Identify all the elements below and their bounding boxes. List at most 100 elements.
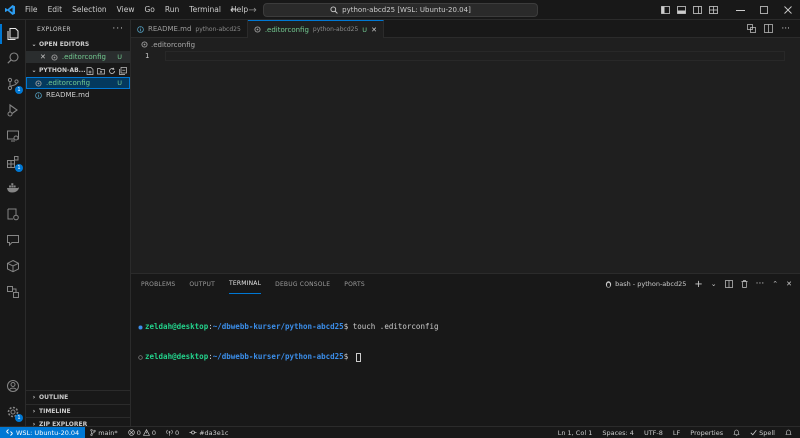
- customize-layout-icon[interactable]: [709, 6, 718, 14]
- toggle-panel-icon[interactable]: [677, 6, 686, 14]
- info-icon: [137, 25, 144, 33]
- menu-go[interactable]: Go: [139, 0, 159, 20]
- more-actions-icon[interactable]: ···: [756, 279, 765, 289]
- end-of-line[interactable]: LF: [668, 427, 685, 438]
- ports-indicator[interactable]: 0: [161, 427, 184, 438]
- menu-file[interactable]: File: [20, 0, 43, 20]
- minimize-button[interactable]: [728, 0, 752, 20]
- chevron-down-icon[interactable]: ⌄: [711, 280, 717, 288]
- search-activity-icon[interactable]: [0, 46, 26, 70]
- new-folder-icon[interactable]: [97, 67, 105, 75]
- tab-problems[interactable]: PROBLEMS: [141, 274, 175, 294]
- collapse-all-icon[interactable]: [119, 66, 127, 75]
- tab-debug-console[interactable]: DEBUG CONSOLE: [275, 274, 330, 294]
- terminal-line: zeldah@desktop: ~/dbwebb-kurser/python-ab…: [135, 322, 439, 332]
- spell-checker[interactable]: Spell: [745, 427, 780, 438]
- new-terminal-icon[interactable]: +: [694, 279, 702, 290]
- remote-label: WSL: Ubuntu-20.04: [16, 428, 80, 437]
- tab-editorconfig[interactable]: .editorconfig python-abcd25 U ✕: [247, 20, 384, 38]
- code-editor[interactable]: 1: [131, 51, 800, 273]
- spell-label: Spell: [759, 428, 775, 437]
- timeline-section[interactable]: › TIMELINE: [26, 404, 131, 417]
- tab-description: python-abcd25: [195, 25, 241, 33]
- notifications-icon[interactable]: [728, 427, 745, 438]
- tab-status: U: [362, 25, 368, 34]
- run-debug-icon[interactable]: [0, 98, 26, 122]
- menu-edit[interactable]: Edit: [43, 0, 68, 20]
- extensions-icon[interactable]: 1: [0, 150, 26, 174]
- settings-gear-icon[interactable]: 1: [0, 400, 26, 424]
- remote-explorer-icon[interactable]: [0, 124, 26, 148]
- ports-count: 0: [174, 428, 180, 437]
- command-center-label: python-abcd25 [WSL: Ubuntu-20.04]: [342, 6, 471, 14]
- open-editors-section[interactable]: ⌄ OPEN EDITORS: [26, 38, 130, 51]
- terminal-line: zeldah@desktop: ~/dbwebb-kurser/python-ab…: [135, 352, 439, 362]
- testing-icon[interactable]: [0, 202, 26, 226]
- close-panel-icon[interactable]: ✕: [786, 280, 792, 288]
- indentation[interactable]: Spaces: 4: [597, 427, 639, 438]
- split-terminal-icon[interactable]: [724, 280, 733, 288]
- file-item-readme[interactable]: README.md: [26, 89, 130, 101]
- extensions-badge: 1: [15, 164, 23, 172]
- new-file-icon[interactable]: [86, 66, 94, 75]
- zip-explorer-icon[interactable]: [0, 280, 26, 304]
- more-actions-icon[interactable]: ···: [781, 24, 790, 34]
- package-icon[interactable]: [0, 254, 26, 278]
- forward-arrow-icon[interactable]: →: [248, 5, 256, 16]
- cursor-position[interactable]: Ln 1, Col 1: [553, 427, 598, 438]
- back-arrow-icon[interactable]: ←: [230, 5, 238, 16]
- menu-bar: File Edit Selection View Go Run Terminal…: [20, 0, 253, 20]
- source-control-icon[interactable]: 1: [0, 72, 26, 96]
- linux-icon: [605, 280, 612, 288]
- toggle-primary-sidebar-icon[interactable]: [661, 6, 670, 14]
- open-changes-icon[interactable]: [747, 24, 757, 33]
- open-editor-item[interactable]: ✕ .editorconfig U: [26, 51, 130, 63]
- menu-terminal[interactable]: Terminal: [184, 0, 226, 20]
- terminal-output[interactable]: zeldah@desktop: ~/dbwebb-kurser/python-ab…: [135, 302, 439, 382]
- menu-view[interactable]: View: [112, 0, 140, 20]
- settings-file-icon: [141, 41, 148, 48]
- maximize-button[interactable]: [752, 0, 776, 20]
- close-editor-icon[interactable]: ✕: [40, 53, 46, 61]
- split-editor-icon[interactable]: [764, 24, 774, 33]
- terminal-scrollbar[interactable]: [792, 294, 800, 427]
- git-branch[interactable]: main*: [85, 427, 123, 438]
- outline-section[interactable]: › OUTLINE: [26, 391, 131, 404]
- account-icon[interactable]: [0, 374, 26, 398]
- problems-count[interactable]: 0 0: [123, 427, 161, 438]
- bell-icon[interactable]: [780, 427, 800, 438]
- title-bar: File Edit Selection View Go Run Terminal…: [0, 0, 800, 20]
- tab-terminal[interactable]: TERMINAL: [229, 274, 262, 294]
- commit-indicator[interactable]: #da3e1c: [184, 427, 233, 438]
- tab-output[interactable]: OUTPUT: [189, 274, 215, 294]
- breadcrumb-item[interactable]: .editorconfig: [151, 41, 195, 49]
- tab-ports[interactable]: PORTS: [344, 274, 365, 294]
- encoding[interactable]: UTF-8: [639, 427, 668, 438]
- chevron-right-icon: ›: [32, 407, 36, 415]
- close-tab-icon[interactable]: ✕: [371, 26, 377, 34]
- toggle-secondary-sidebar-icon[interactable]: [693, 6, 702, 14]
- vscode-logo-icon: [0, 0, 20, 20]
- explorer-icon[interactable]: [0, 22, 26, 46]
- maximize-panel-icon[interactable]: ⌃: [772, 280, 778, 288]
- open-editors-label: OPEN EDITORS: [39, 41, 90, 48]
- language-mode[interactable]: Properties: [685, 427, 728, 438]
- file-item-editorconfig[interactable]: .editorconfig U: [26, 77, 130, 89]
- docker-icon[interactable]: [0, 176, 26, 200]
- menu-run[interactable]: Run: [160, 0, 184, 20]
- command-center[interactable]: python-abcd25 [WSL: Ubuntu-20.04]: [263, 3, 538, 17]
- more-actions-icon[interactable]: ···: [112, 24, 124, 34]
- terminal-selector[interactable]: bash - python-abcd25: [605, 280, 686, 288]
- close-window-button[interactable]: [776, 0, 800, 20]
- tab-readme[interactable]: README.md python-abcd25: [131, 20, 248, 38]
- trash-icon[interactable]: [741, 280, 748, 288]
- project-folder-section[interactable]: ⌄ PYTHON-AB...: [26, 64, 130, 77]
- remote-indicator[interactable]: WSL: Ubuntu-20.04: [0, 426, 86, 438]
- explorer-sidebar: EXPLORER ··· ⌄ OPEN EDITORS ✕ .editorcon…: [26, 20, 131, 428]
- git-branch-icon: [90, 429, 96, 436]
- menu-selection[interactable]: Selection: [67, 0, 112, 20]
- chat-icon[interactable]: [0, 228, 26, 252]
- terminal-name: bash - python-abcd25: [615, 280, 687, 288]
- refresh-icon[interactable]: [108, 67, 116, 75]
- settings-file-icon: [51, 53, 58, 61]
